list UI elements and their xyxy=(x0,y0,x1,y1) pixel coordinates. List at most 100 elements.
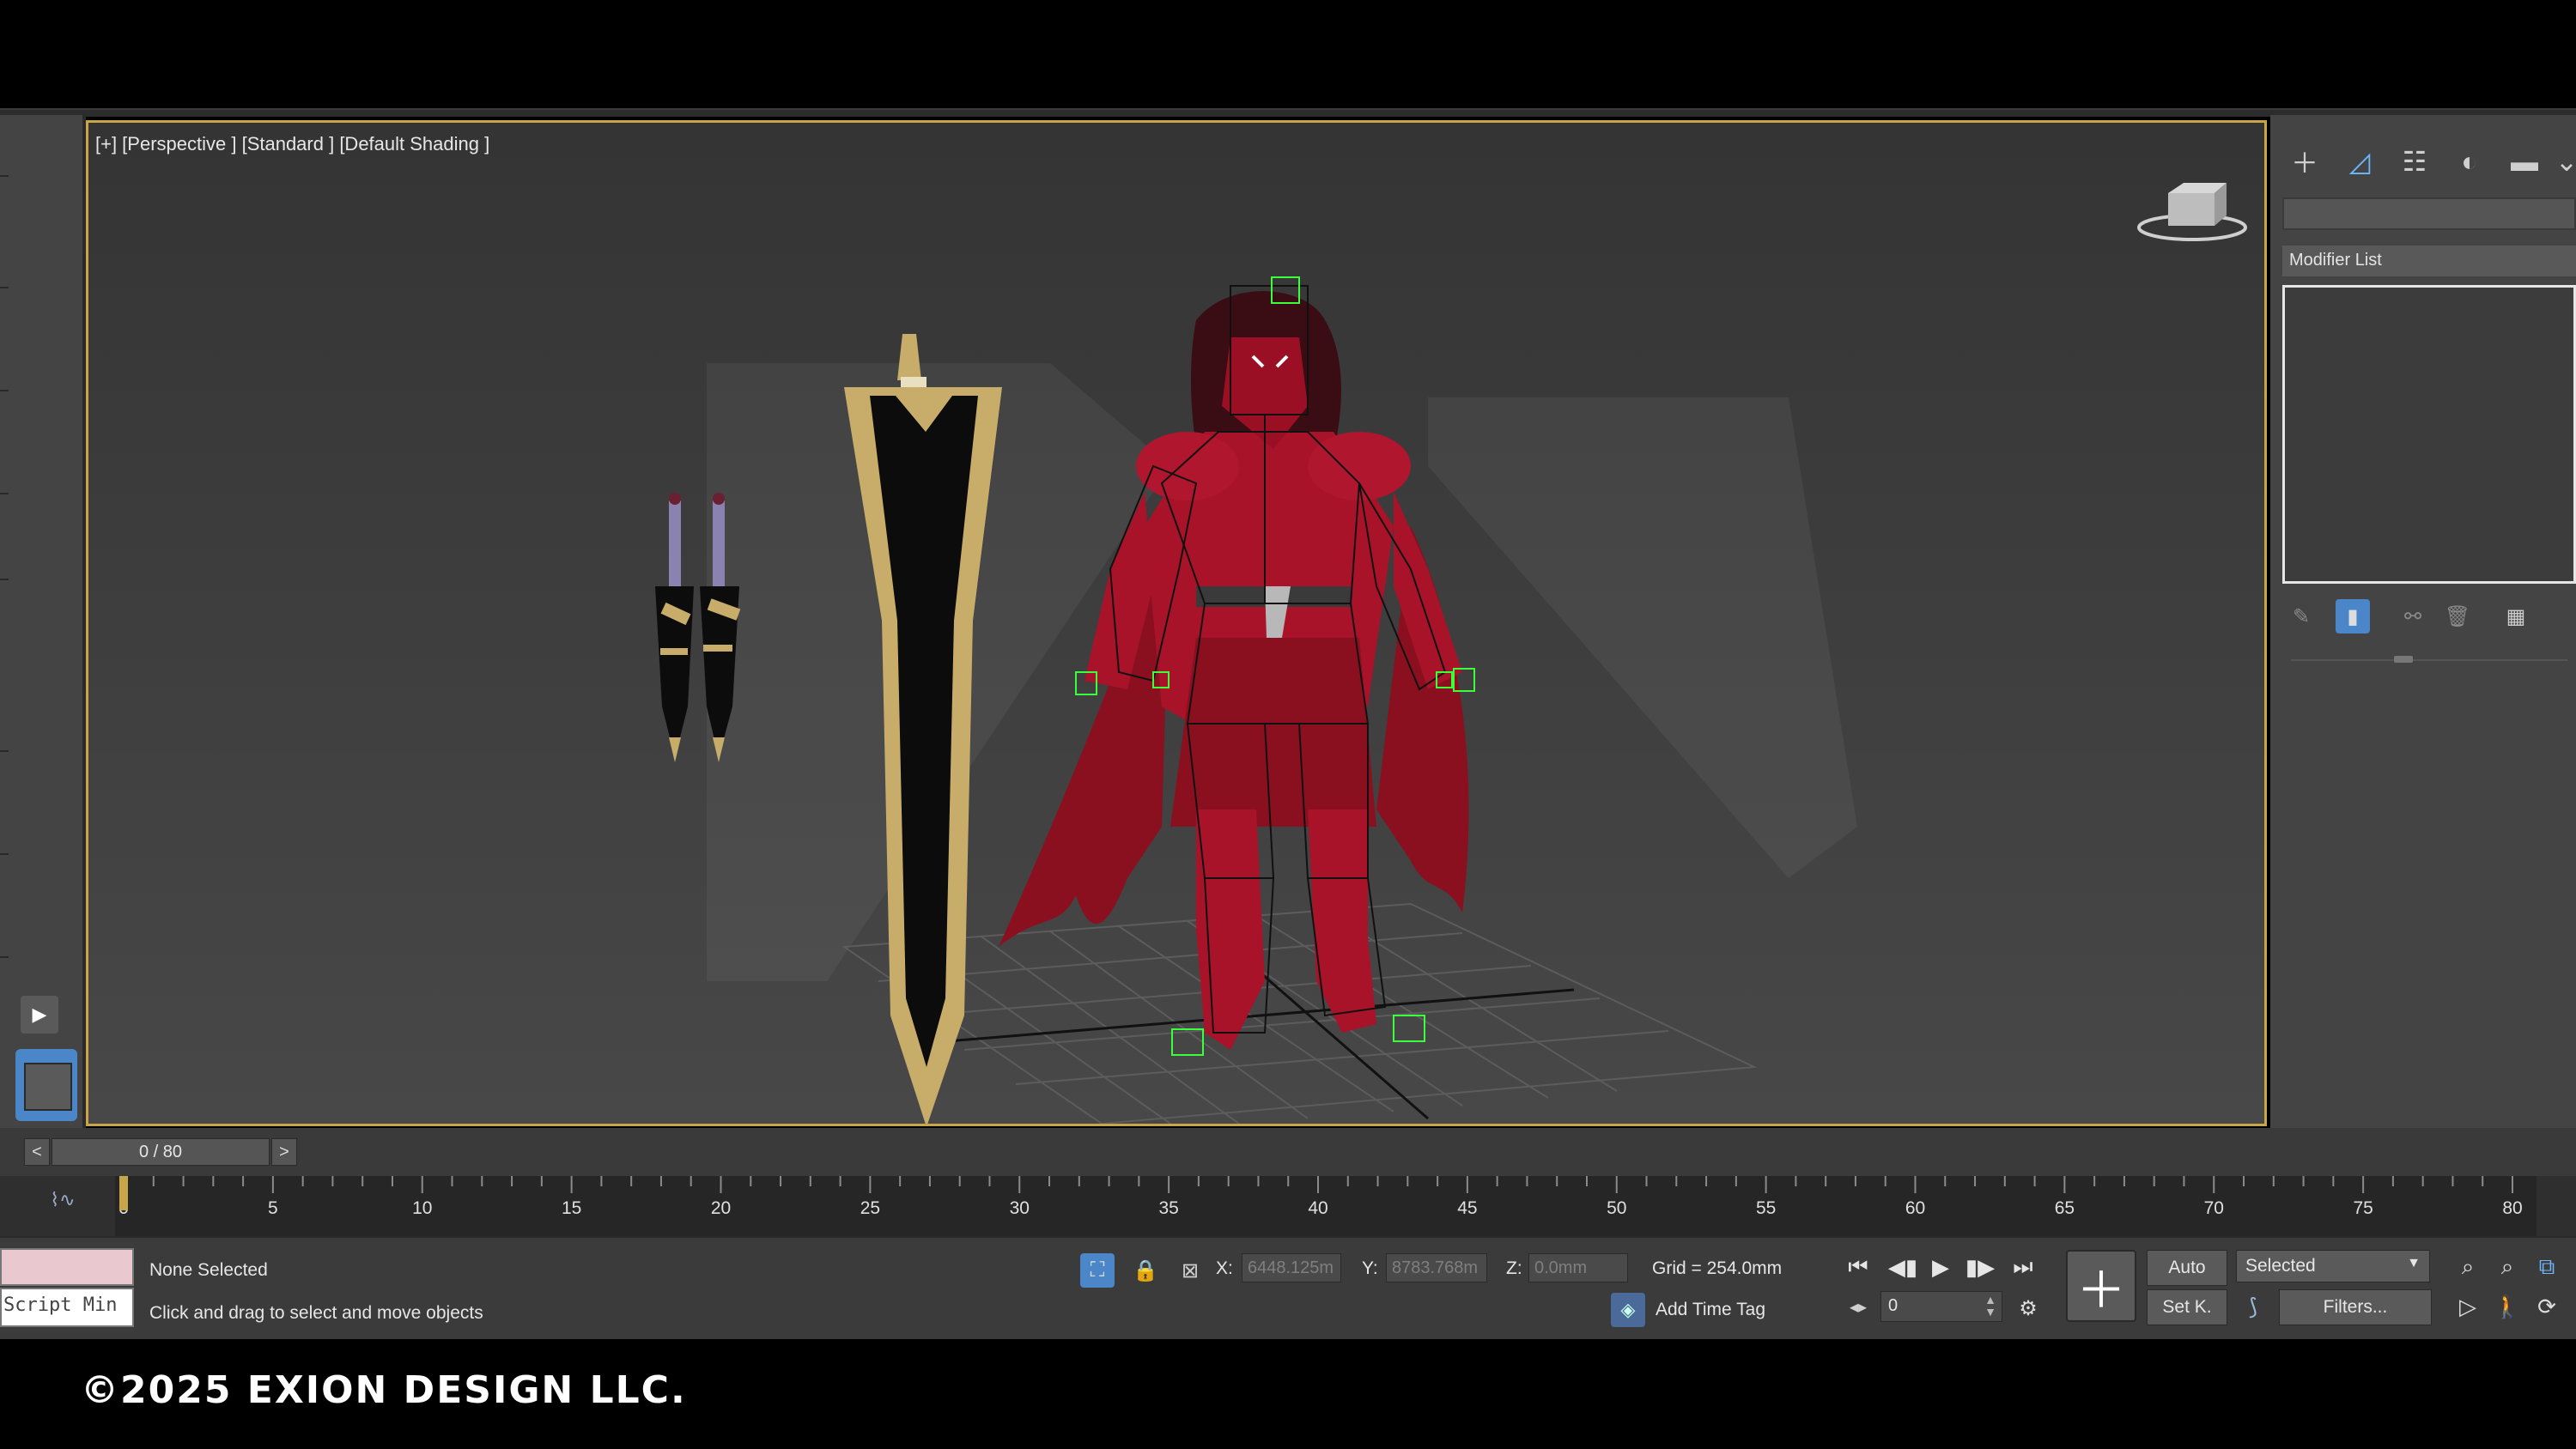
set-keys-icon[interactable]: ＋ xyxy=(2066,1250,2136,1322)
track-tick-label: 20 xyxy=(711,1198,731,1218)
key-mode-toggle-icon[interactable]: ◂▸ xyxy=(1841,1289,1875,1324)
spinner-arrows-icon[interactable]: ▲ ▼ xyxy=(1984,1294,1996,1318)
auto-key-button[interactable]: Auto xyxy=(2147,1250,2227,1286)
viewport-layout-icon xyxy=(24,1063,72,1111)
left-toolbar xyxy=(0,115,86,1128)
motion-tab-icon[interactable]: ◐ xyxy=(2447,139,2492,184)
toolbar-separator xyxy=(0,390,9,391)
app-top-strip xyxy=(0,108,2576,117)
track-bar-area[interactable]: 05101520253035404550556065707580 xyxy=(115,1176,2537,1236)
track-tick-label: 25 xyxy=(860,1198,880,1218)
track-tick-label: 60 xyxy=(1905,1198,1925,1218)
selection-lock-icon[interactable]: 🔒 xyxy=(1128,1253,1163,1288)
expand-toolbar-button[interactable]: ▶ xyxy=(21,996,58,1034)
viewport-layout-button[interactable] xyxy=(15,1049,77,1121)
toolbar-separator xyxy=(0,493,9,494)
current-frame-value: 0 xyxy=(1888,1296,1899,1315)
previous-frame-icon[interactable]: ◀▮ xyxy=(1886,1250,1920,1284)
create-tab-icon[interactable]: ＋ xyxy=(2282,139,2327,184)
remove-modifier-icon[interactable]: 🗑 xyxy=(2440,599,2475,634)
object-name-field[interactable] xyxy=(2282,197,2576,230)
track-tick-label: 50 xyxy=(1607,1198,1626,1218)
prompt-line-text: Click and drag to select and move object… xyxy=(149,1303,483,1323)
mini-curve-editor-icon[interactable]: ⌇∿ xyxy=(41,1183,84,1217)
dagger-left xyxy=(655,493,694,762)
current-frame-marker[interactable] xyxy=(119,1176,128,1210)
pin-stack-icon[interactable]: ✎ xyxy=(2284,599,2318,634)
toolbar-separator xyxy=(0,853,9,855)
viewcube-icon[interactable] xyxy=(2132,174,2252,252)
time-slider-prev-button[interactable]: < xyxy=(24,1138,50,1166)
track-tick-label: 70 xyxy=(2204,1198,2224,1218)
rollout-resize-handle[interactable] xyxy=(2394,656,2413,663)
modifier-list-dropdown[interactable]: Modifier List xyxy=(2282,246,2576,276)
track-tick-label: 75 xyxy=(2353,1198,2372,1218)
ground-grid xyxy=(841,902,1758,1124)
next-frame-icon[interactable]: ▮▶ xyxy=(1963,1250,1997,1284)
modifier-stack[interactable] xyxy=(2282,285,2576,584)
show-end-result-icon[interactable]: ▮ xyxy=(2336,599,2370,634)
z-coord-field[interactable]: 0.0mm xyxy=(1528,1253,1628,1282)
make-unique-icon[interactable]: ⚯ xyxy=(2396,599,2430,634)
orbit-icon[interactable]: ⟳ xyxy=(2530,1289,2564,1324)
track-bar: ⌇∿ 05101520253035404550556065707580 xyxy=(0,1176,2576,1236)
go-to-end-icon[interactable]: ⏭ xyxy=(2006,1250,2040,1284)
viewport-label-menu[interactable]: [+] [Perspective ] [Standard ] [Default … xyxy=(95,133,489,155)
maxscript-listener-output[interactable]: Script Min xyxy=(0,1288,134,1327)
zoom-icon[interactable]: ⌕ xyxy=(2451,1250,2485,1284)
perspective-viewport[interactable]: [+] [Perspective ] [Standard ] [Default … xyxy=(86,120,2267,1126)
time-slider-thumb[interactable]: 0 / 80 xyxy=(52,1138,270,1166)
modify-tab-icon[interactable]: ◿ xyxy=(2337,139,2382,184)
toolbar-separator xyxy=(0,175,9,177)
toolbar-separator xyxy=(0,579,9,580)
track-tick-label: 55 xyxy=(1756,1198,1776,1218)
track-tick-label: 10 xyxy=(412,1198,432,1218)
configure-modifier-sets-icon[interactable]: ▦ xyxy=(2499,599,2533,634)
play-icon[interactable]: ▶ xyxy=(1923,1250,1958,1284)
chevron-down-icon: ▼ xyxy=(2407,1256,2421,1270)
key-filter-value: Selected xyxy=(2245,1256,2316,1276)
x-coord-label: X: xyxy=(1216,1258,1233,1278)
current-frame-spinner[interactable]: 0 ▲ ▼ xyxy=(1880,1291,2002,1322)
maxscript-listener-input[interactable] xyxy=(0,1248,134,1286)
zoom-extents-icon[interactable]: ⧉ xyxy=(2530,1250,2564,1284)
time-tag-icon[interactable]: ◈ xyxy=(1611,1293,1645,1327)
grid-size-readout: Grid = 254.0mm xyxy=(1652,1258,1783,1278)
y-coord-label: Y: xyxy=(1362,1258,1378,1278)
zoom-all-icon[interactable]: ⌕ xyxy=(2490,1250,2524,1284)
set-key-button[interactable]: Set K. xyxy=(2147,1289,2227,1325)
track-tick-label: 45 xyxy=(1457,1198,1477,1218)
time-slider-next-button[interactable]: > xyxy=(271,1138,297,1166)
default-in-out-tangents-icon[interactable]: ⟆ xyxy=(2236,1289,2270,1324)
track-tick-label: 80 xyxy=(2502,1198,2522,1218)
selection-status-text: None Selected xyxy=(149,1260,268,1280)
key-filters-button[interactable]: Filters... xyxy=(2279,1289,2432,1325)
command-panel: ＋ ◿ ☷ ◐ ▬ ⌄ Modifier List ✎ ▮ ⚯ 🗑 ▦ xyxy=(2270,115,2576,1128)
field-of-view-icon[interactable]: ▷ xyxy=(2451,1289,2485,1324)
display-tab-icon[interactable]: ▬ xyxy=(2502,139,2547,184)
viewport-scene xyxy=(655,276,1857,1124)
go-to-start-icon[interactable]: ⏮ xyxy=(1841,1250,1875,1284)
track-tick-label: 30 xyxy=(1010,1198,1030,1218)
z-coord-label: Z: xyxy=(1506,1258,1522,1278)
time-configuration-icon[interactable]: ⚙ xyxy=(2011,1291,2045,1325)
track-tick-label: 65 xyxy=(2055,1198,2075,1218)
walk-through-icon[interactable]: 🚶 xyxy=(2490,1289,2524,1324)
modifier-stack-tools: ✎ ▮ ⚯ 🗑 ▦ xyxy=(2282,592,2576,640)
add-time-tag-label[interactable]: Add Time Tag xyxy=(1656,1300,1765,1320)
toolbar-separator xyxy=(0,750,9,752)
isolate-selection-icon[interactable]: ⛶ xyxy=(1080,1253,1115,1288)
key-filter-select[interactable]: Selected ▼ xyxy=(2236,1250,2430,1282)
toolbar-separator xyxy=(0,956,9,958)
track-tick-label: 15 xyxy=(562,1198,581,1218)
status-bar: Script Min None Selected Click and drag … xyxy=(0,1236,2576,1341)
x-coord-field[interactable]: 6448.125m xyxy=(1242,1253,1341,1282)
y-coord-field[interactable]: 8783.768m xyxy=(1386,1253,1487,1282)
track-tick-label: 40 xyxy=(1308,1198,1327,1218)
utilities-tab-icon[interactable]: ⌄ xyxy=(2555,139,2576,184)
top-letterbox xyxy=(0,0,2576,108)
hierarchy-tab-icon[interactable]: ☷ xyxy=(2392,139,2437,184)
copyright-watermark: ©2025 EXION DESIGN LLC. xyxy=(81,1368,687,1412)
absolute-mode-transform-icon[interactable]: ⊠ xyxy=(1173,1253,1207,1288)
track-ticks: 05101520253035404550556065707580 xyxy=(118,1176,2523,1218)
